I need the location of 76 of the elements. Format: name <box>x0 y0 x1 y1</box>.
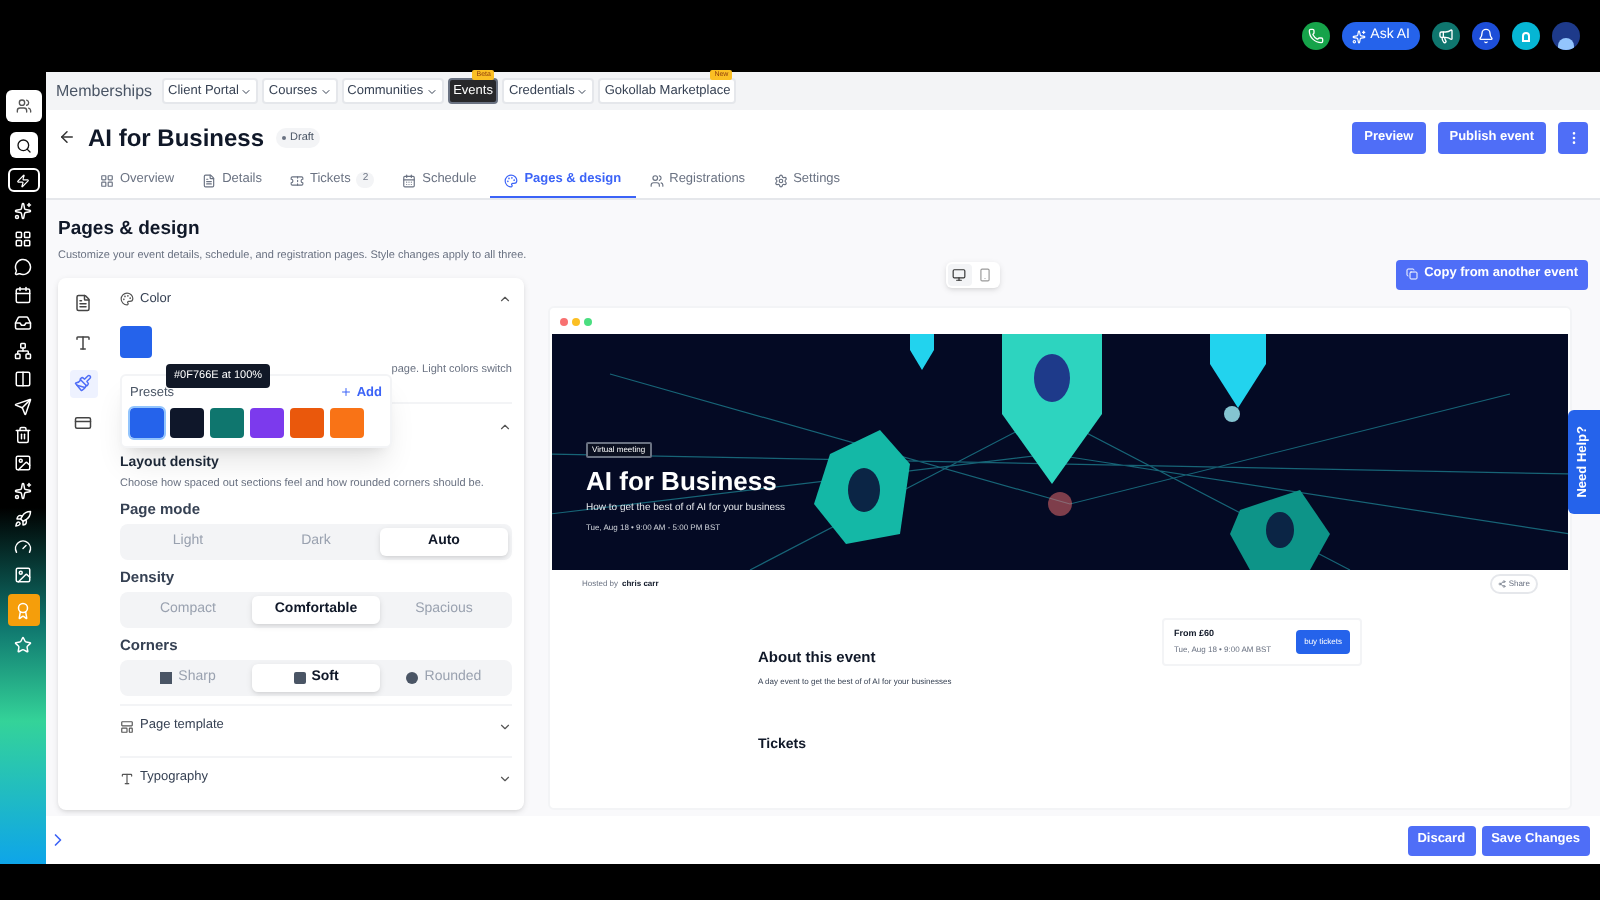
search-icon <box>15 137 31 153</box>
monitor-icon <box>952 267 967 281</box>
settings-icon <box>773 173 788 188</box>
card-icon <box>74 414 92 432</box>
tool-button[interactable] <box>69 369 97 397</box>
help-button[interactable] <box>1512 22 1540 50</box>
page-heading: Pages & design <box>58 216 202 244</box>
phone-icon <box>978 267 993 281</box>
preset-swatch[interactable] <box>170 408 204 439</box>
megaphone-icon <box>1438 28 1454 44</box>
send-icon[interactable] <box>14 398 32 416</box>
calendar-icon <box>402 173 417 188</box>
lightning-button[interactable] <box>7 168 39 192</box>
trash-icon[interactable] <box>14 426 32 444</box>
collapse-icon[interactable] <box>498 419 512 433</box>
expand-icon[interactable] <box>498 771 512 786</box>
chat-icon[interactable] <box>14 258 32 276</box>
image-icon[interactable] <box>14 566 32 584</box>
ticket-icon <box>289 173 304 188</box>
gauge-icon[interactable] <box>14 538 32 556</box>
sparkle-icon[interactable] <box>14 482 32 500</box>
chevron-down-icon <box>319 85 332 97</box>
lightning-icon <box>16 173 30 187</box>
megaphone-button[interactable] <box>1432 22 1460 50</box>
grid-icon[interactable] <box>14 230 32 248</box>
award-button[interactable] <box>7 594 39 626</box>
square-icon <box>293 671 306 684</box>
text-icon <box>120 771 134 786</box>
plus-icon <box>340 386 353 399</box>
brush-icon <box>74 374 92 392</box>
back-icon[interactable] <box>58 128 76 147</box>
collapse-icon[interactable] <box>498 292 512 306</box>
users-icon <box>649 173 664 188</box>
rocket-icon[interactable] <box>14 510 32 528</box>
preset-swatch[interactable] <box>330 408 364 439</box>
grid-icon <box>100 173 114 188</box>
expand-icon[interactable] <box>498 719 512 734</box>
document-icon <box>202 173 217 188</box>
copy-icon <box>1406 268 1419 280</box>
columns-icon[interactable] <box>14 370 32 388</box>
preset-swatch[interactable] <box>130 408 164 439</box>
chevron-down-icon <box>425 85 438 97</box>
preset-swatch[interactable] <box>250 408 284 439</box>
share-icon <box>1498 580 1507 588</box>
users-icon <box>15 98 31 114</box>
preset-swatch[interactable] <box>290 408 324 439</box>
hero-title: AI for Business <box>586 466 777 496</box>
phone-button[interactable] <box>1302 22 1331 50</box>
calendar-icon[interactable] <box>14 286 32 304</box>
more-button[interactable] <box>1558 121 1588 154</box>
avatar[interactable] <box>1552 22 1580 50</box>
chevron-down-icon <box>576 85 589 97</box>
template-icon <box>120 719 134 734</box>
text-icon <box>74 334 92 352</box>
palette-icon <box>120 292 134 306</box>
star-icon[interactable] <box>14 636 32 654</box>
inbox-icon[interactable] <box>14 314 32 332</box>
preset-swatch[interactable] <box>210 408 244 439</box>
search-button[interactable] <box>9 132 37 158</box>
sparkle-icon <box>1352 29 1367 43</box>
color-swatch[interactable] <box>120 325 152 357</box>
section-title: Memberships <box>56 79 153 103</box>
document-icon <box>74 294 92 312</box>
phone-icon <box>1308 28 1325 44</box>
account-button[interactable] <box>5 90 41 122</box>
award-icon <box>14 601 32 619</box>
bell-icon <box>1478 28 1494 44</box>
square-icon <box>160 671 173 684</box>
sparkle-icon[interactable] <box>14 202 32 220</box>
network-icon[interactable] <box>14 342 32 360</box>
event-title: AI for Business <box>88 121 265 156</box>
image-icon[interactable] <box>14 454 32 472</box>
palette-icon <box>504 173 519 188</box>
chevron-down-icon <box>240 85 253 97</box>
desktop-button[interactable] <box>947 263 972 285</box>
notification-button[interactable] <box>1472 22 1500 50</box>
